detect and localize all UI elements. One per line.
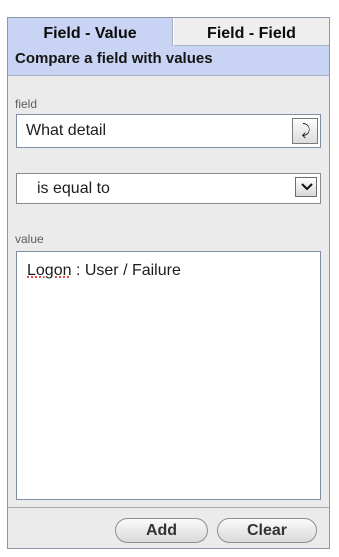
field-picker-icon: ⤸ [301, 122, 311, 139]
operator-selected-value: is equal to [37, 180, 110, 197]
value-entry-term: Logon [27, 262, 72, 279]
panel-description: Compare a field with values [15, 50, 213, 67]
field-label: field [15, 97, 38, 111]
tab-header: Compare a field with values [8, 46, 329, 76]
value-label: value [15, 232, 44, 246]
operator-select[interactable]: is equal to [16, 173, 321, 204]
field-selector[interactable]: What detail ⤸ [16, 114, 321, 148]
field-picker-button[interactable]: ⤸ [292, 118, 318, 144]
tab-strip: Field - Value Field - Field [8, 18, 329, 46]
value-entry: Logon : User / Failure [27, 262, 181, 280]
tab-field-field[interactable]: Field - Field [173, 18, 329, 46]
clear-button[interactable]: Clear [217, 518, 317, 543]
footer-divider [8, 507, 329, 508]
field-value-text: What detail [26, 122, 107, 139]
value-input-area[interactable]: Logon : User / Failure [16, 251, 321, 500]
tab-field-value[interactable]: Field - Value [8, 18, 173, 46]
operator-dropdown-button[interactable] [295, 177, 317, 197]
add-button[interactable]: Add [115, 518, 208, 543]
compare-panel: Field - Value Field - Field Compare a fi… [7, 17, 330, 549]
value-entry-detail: : User / Failure [71, 262, 181, 279]
chevron-down-icon [301, 183, 313, 191]
